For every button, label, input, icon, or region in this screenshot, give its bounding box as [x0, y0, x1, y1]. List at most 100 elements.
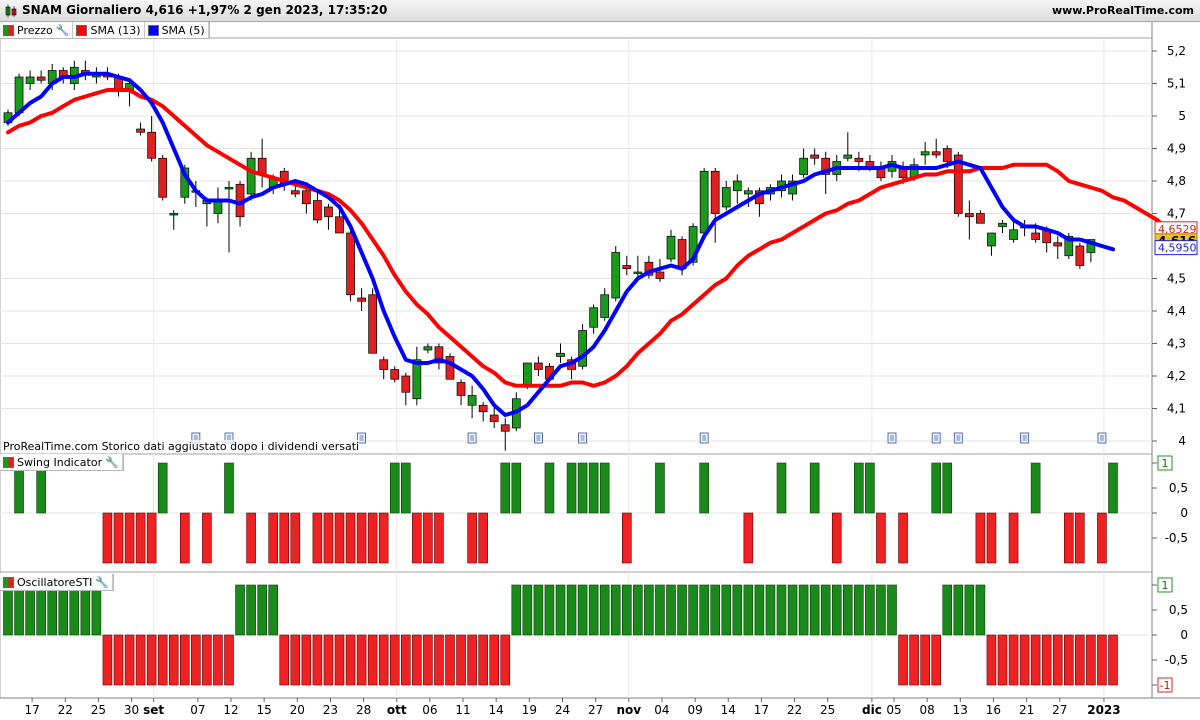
- legend-item-swing[interactable]: Swing Indicator 🔧: [0, 454, 123, 470]
- osc-bar: [986, 634, 997, 686]
- x-tick-label: 23: [323, 703, 338, 717]
- candle: [1075, 245, 1085, 266]
- x-tick-label: 22: [787, 703, 802, 717]
- osc-bar: [290, 634, 301, 686]
- swing-bar: [743, 512, 754, 564]
- osc-bar: [644, 584, 654, 636]
- osc-bar: [489, 634, 500, 686]
- y-tick-label: 4,9: [1167, 142, 1186, 156]
- wrench-icon[interactable]: 🔧: [95, 576, 109, 589]
- x-tick-label: 22: [58, 703, 73, 717]
- osc-bar: [588, 584, 599, 636]
- swing-bar: [423, 512, 433, 564]
- osc-bar: [400, 634, 411, 686]
- y-tick-label: 5,1: [1167, 77, 1186, 91]
- osc-bar: [345, 634, 356, 686]
- candle: [633, 271, 643, 274]
- sma13-swatch-icon: [76, 24, 88, 36]
- osc-bar: [599, 584, 610, 636]
- legend-label-sma5: SMA (5): [161, 23, 205, 37]
- wrench-icon[interactable]: 🔧: [56, 24, 70, 37]
- x-tick-label: 11: [455, 703, 470, 717]
- osc-bar: [191, 634, 201, 686]
- swing-bar: [942, 462, 953, 514]
- x-tick-label: set: [143, 703, 164, 717]
- swing-bar: [412, 512, 422, 564]
- price-label: 4,5950: [1158, 242, 1197, 255]
- osc-bar: [25, 584, 35, 636]
- osc-bar: [1019, 634, 1030, 686]
- osc-bar: [997, 634, 1008, 686]
- y-axis-area: [1152, 22, 1200, 698]
- candle: [324, 206, 333, 218]
- osc-bar: [699, 584, 709, 636]
- candle: [534, 362, 543, 370]
- osc-bar: [1075, 634, 1085, 686]
- swing-bar: [124, 512, 135, 564]
- osc-bar: [235, 584, 245, 636]
- y-tick-label: 0,5: [1169, 603, 1188, 617]
- candle: [224, 187, 234, 190]
- candle: [655, 271, 665, 279]
- osc-bar: [135, 634, 146, 686]
- osc-bar: [224, 634, 234, 686]
- x-tick-label: 27: [588, 703, 603, 717]
- swing-swatch-icon: [3, 456, 14, 468]
- swing-bar: [146, 512, 157, 564]
- osc-bar: [787, 584, 798, 636]
- legend-item-sma13[interactable]: SMA (13): [73, 22, 145, 38]
- osc-bar: [113, 634, 124, 686]
- legend-item-prezzo[interactable]: Prezzo 🔧: [0, 22, 74, 38]
- wrench-icon[interactable]: 🔧: [105, 456, 119, 469]
- osc-bar: [865, 584, 875, 636]
- osc-bar: [1108, 634, 1118, 686]
- osc-bar: [102, 634, 113, 686]
- swing-bar: [566, 462, 577, 514]
- candle: [998, 222, 1007, 227]
- osc-bar: [876, 584, 886, 636]
- osc-bar: [721, 584, 732, 636]
- osc-bar: [356, 634, 367, 686]
- swing-bar: [1064, 512, 1074, 564]
- y-tick-label: 4,5: [1167, 272, 1186, 286]
- osc-bar: [367, 634, 378, 686]
- x-tick-label: 09: [687, 703, 702, 717]
- y-tick-label: 4: [1178, 434, 1186, 448]
- osc-bar: [732, 584, 743, 636]
- candle: [390, 369, 400, 380]
- osc-bar: [1041, 634, 1052, 686]
- osc-bar: [887, 584, 897, 636]
- osc-bar: [58, 584, 69, 636]
- osc-bar: [389, 634, 400, 686]
- dividend-doc-icon: [953, 432, 963, 444]
- y-tick-label: 1: [1162, 457, 1169, 470]
- x-tick-label: 14: [721, 703, 736, 717]
- candle: [611, 252, 621, 299]
- candle: [500, 424, 510, 432]
- candle: [302, 190, 311, 205]
- x-tick-label: ott: [387, 703, 407, 717]
- osc-bar: [268, 584, 279, 636]
- panel-1-frame: [0, 37, 1153, 455]
- candle: [666, 235, 676, 260]
- osc-bar: [577, 584, 588, 636]
- swing-bar: [367, 512, 378, 564]
- chart-title: SNAM Giornaliero 4,616 +1,97% 2 gen 2023…: [22, 3, 388, 17]
- y-tick-label: 0: [1180, 628, 1188, 642]
- osc-bar: [69, 584, 80, 636]
- osc-bar: [1097, 634, 1107, 686]
- osc-bar: [831, 584, 842, 636]
- site-link[interactable]: www.ProRealTime.com: [1052, 4, 1194, 17]
- legend-label-sma13: SMA (13): [90, 23, 141, 37]
- legend-item-sma5[interactable]: SMA (5): [145, 22, 209, 38]
- candle: [964, 213, 974, 218]
- legend-item-osc[interactable]: OscillatoreSTI 🔧: [0, 574, 114, 590]
- candle: [246, 157, 256, 195]
- y-tick-label: 4,3: [1167, 337, 1186, 351]
- chart-area[interactable]: 5,25,154,94,84,74,54,44,34,24,144,65294,…: [0, 22, 1200, 720]
- x-tick-label: 17: [24, 703, 39, 717]
- x-tick-label: 16: [986, 703, 1001, 717]
- osc-bar: [931, 634, 942, 686]
- swing-bar: [389, 462, 400, 514]
- y-tick-label: -0,5: [1165, 653, 1188, 667]
